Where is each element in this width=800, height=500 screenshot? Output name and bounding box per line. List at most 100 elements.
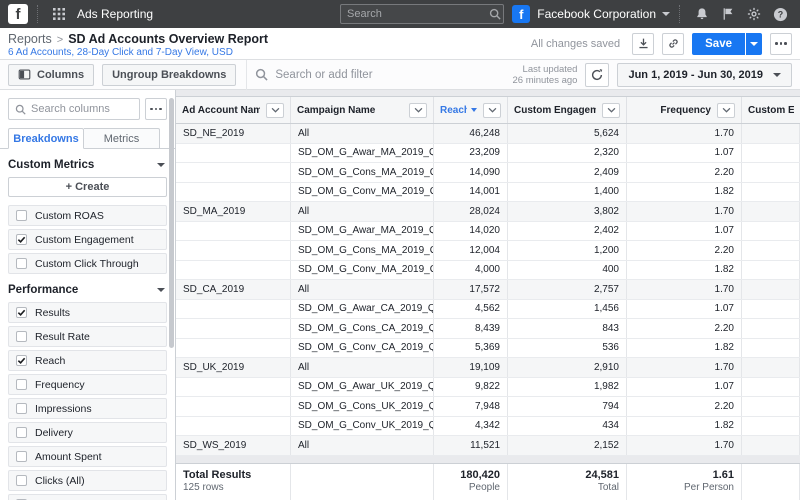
checkbox[interactable] [16, 210, 27, 221]
cell-custom-engagement: 2,409 [508, 163, 627, 182]
table-row[interactable]: SD_OM_G_Conv_CA_2019_Q2 5,369 536 1.82 [176, 339, 800, 359]
column-menu-button[interactable] [409, 103, 427, 118]
header-campaign-name[interactable]: Campaign Name [291, 97, 434, 123]
column-toggle-item[interactable]: Custom Click Through [8, 253, 167, 274]
save-dropdown-button[interactable] [746, 33, 762, 55]
columns-button-label: Columns [37, 69, 84, 81]
account-avatar[interactable]: f [512, 5, 530, 23]
breadcrumb-reports[interactable]: Reports [8, 32, 52, 46]
column-toggle-label: Delivery [35, 427, 73, 439]
header-reach[interactable]: Reach [434, 97, 508, 123]
cell-custom-engagement-2 [742, 300, 800, 319]
checkbox[interactable] [16, 403, 27, 414]
filter-search[interactable] [255, 68, 512, 81]
table-row[interactable]: SD_OM_G_Awar_CA_2019_Q2 4,562 1,456 1.07 [176, 300, 800, 320]
cell-reach: 14,020 [434, 222, 508, 241]
column-menu-button[interactable] [266, 103, 284, 118]
table-row[interactable]: SD_OM_G_Conv_MA_2019_Q2 14,001 1,400 1.8… [176, 183, 800, 203]
facebook-logo[interactable]: f [8, 4, 28, 24]
section-performance[interactable]: Performance [8, 284, 165, 296]
table-row[interactable]: SD_OM_G_Awar_UK_2019_Q2 9,822 1,982 1.07 [176, 378, 800, 398]
ungroup-breakdowns-button[interactable]: Ungroup Breakdowns [102, 64, 236, 86]
tab-breakdowns[interactable]: Breakdowns [8, 128, 84, 149]
app-grid-icon[interactable] [53, 8, 65, 20]
column-toggle-item[interactable]: Custom Engagement [8, 229, 167, 250]
column-menu-button[interactable] [483, 103, 501, 118]
cell-custom-engagement-2 [742, 241, 800, 260]
report-subtitle-link[interactable]: 6 Ad Accounts, 28-Day Click and 7-Day Vi… [8, 47, 233, 58]
table-row[interactable]: SD_NE_2019 All 46,248 5,624 1.70 [176, 124, 800, 144]
refresh-button[interactable] [585, 63, 609, 87]
column-toggle-item[interactable]: Results [8, 302, 167, 323]
share-link-button[interactable] [662, 33, 684, 55]
table-row[interactable]: SD_OM_G_Cons_UK_2019_Q2 7,948 794 2.20 [176, 397, 800, 417]
filter-search-input[interactable] [275, 69, 475, 81]
table-row[interactable]: SD_OM_G_Conv_UK_2019_Q2 4,342 434 1.82 [176, 417, 800, 437]
checkbox[interactable] [16, 331, 27, 342]
checkbox[interactable] [16, 234, 27, 245]
table-row[interactable]: SD_MA_2019 All 28,024 3,802 1.70 [176, 202, 800, 222]
tab-metrics[interactable]: Metrics [84, 128, 160, 149]
cell-custom-engagement: 1,456 [508, 300, 627, 319]
table-row[interactable]: SD_OM_G_Cons_MA_2019_Q2 12,004 1,200 2.2… [176, 241, 800, 261]
column-toggle-item[interactable]: Custom ROAS [8, 205, 167, 226]
save-button[interactable]: Save [692, 33, 745, 55]
column-toggle-item[interactable]: Amount Spent [8, 446, 167, 467]
sidebar-search[interactable] [8, 98, 140, 120]
column-toggle-item[interactable]: Frequency [8, 374, 167, 395]
create-metric-button[interactable]: + Create [8, 177, 167, 197]
table-row[interactable]: SD_OM_G_Conv_MA_2019_Q2 4,000 400 1.82 [176, 261, 800, 281]
checkbox[interactable] [16, 307, 27, 318]
sidebar-more-button[interactable] [145, 98, 167, 120]
column-menu-button[interactable] [717, 103, 735, 118]
settings-gear-icon[interactable] [747, 7, 761, 21]
notifications-icon[interactable] [695, 7, 709, 21]
chevron-down-icon[interactable] [662, 12, 670, 16]
checkbox[interactable] [16, 379, 27, 390]
help-icon[interactable]: ? [773, 7, 788, 22]
table-row[interactable]: SD_OM_G_Cons_MA_2019_Q2 14,090 2,409 2.2… [176, 163, 800, 183]
checkbox[interactable] [16, 355, 27, 366]
columns-button[interactable]: Columns [8, 64, 94, 86]
header-custom-engagement-2[interactable]: Custom Engagement [742, 97, 800, 123]
export-button[interactable] [632, 33, 654, 55]
sidebar-search-input[interactable] [31, 103, 133, 115]
checkbox[interactable] [16, 258, 27, 269]
column-toggle-item[interactable]: Delivery [8, 422, 167, 443]
checkbox[interactable] [16, 451, 27, 462]
search-icon[interactable] [489, 8, 501, 20]
collapse-icon[interactable] [157, 288, 165, 292]
date-range-button[interactable]: Jun 1, 2019 - Jun 30, 2019 [617, 63, 792, 87]
table-row[interactable]: SD_WS_2019 All 11,521 2,152 1.70 [176, 436, 800, 456]
flag-icon[interactable] [721, 7, 735, 21]
header-ad-account-name[interactable]: Ad Account Name [176, 97, 291, 123]
column-toggle-item[interactable]: Reach [8, 350, 167, 371]
column-toggle-item[interactable]: CPC (All) [8, 494, 167, 500]
table-row[interactable]: SD_OM_G_Awar_MA_2019_Q2 23,209 2,320 1.0… [176, 144, 800, 164]
table-row[interactable]: SD_CA_2019 All 17,572 2,757 1.70 [176, 280, 800, 300]
checkbox[interactable] [16, 475, 27, 486]
collapse-icon[interactable] [157, 163, 165, 167]
account-name[interactable]: Facebook Corporation [537, 7, 656, 21]
table-row[interactable]: SD_OM_G_Cons_CA_2019_Q2 8,439 843 2.20 [176, 319, 800, 339]
column-toggle-item[interactable]: Impressions [8, 398, 167, 419]
more-options-button[interactable] [770, 33, 792, 55]
cell-frequency: 1.70 [627, 436, 742, 455]
cell-ad-account-name [176, 339, 291, 358]
cell-reach: 28,024 [434, 202, 508, 221]
table-row[interactable]: SD_OM_G_Awar_MA_2019_Q2 14,020 2,402 1.0… [176, 222, 800, 242]
global-search-input[interactable] [347, 8, 489, 20]
section-custom-metrics[interactable]: Custom Metrics [8, 159, 165, 171]
header-frequency[interactable]: Frequency [627, 97, 742, 123]
checkbox[interactable] [16, 427, 27, 438]
column-toggle-item[interactable]: Result Rate [8, 326, 167, 347]
column-menu-button[interactable] [602, 103, 620, 118]
cell-ad-account-name: SD_CA_2019 [176, 280, 291, 299]
column-toggle-item[interactable]: Clicks (All) [8, 470, 167, 491]
search-icon [15, 104, 26, 115]
global-search[interactable] [340, 4, 504, 24]
header-custom-engagement[interactable]: Custom Engagement [508, 97, 627, 123]
sidebar-scrollbar[interactable] [169, 98, 174, 492]
cell-frequency: 1.70 [627, 280, 742, 299]
table-row[interactable]: SD_UK_2019 All 19,109 2,910 1.70 [176, 358, 800, 378]
